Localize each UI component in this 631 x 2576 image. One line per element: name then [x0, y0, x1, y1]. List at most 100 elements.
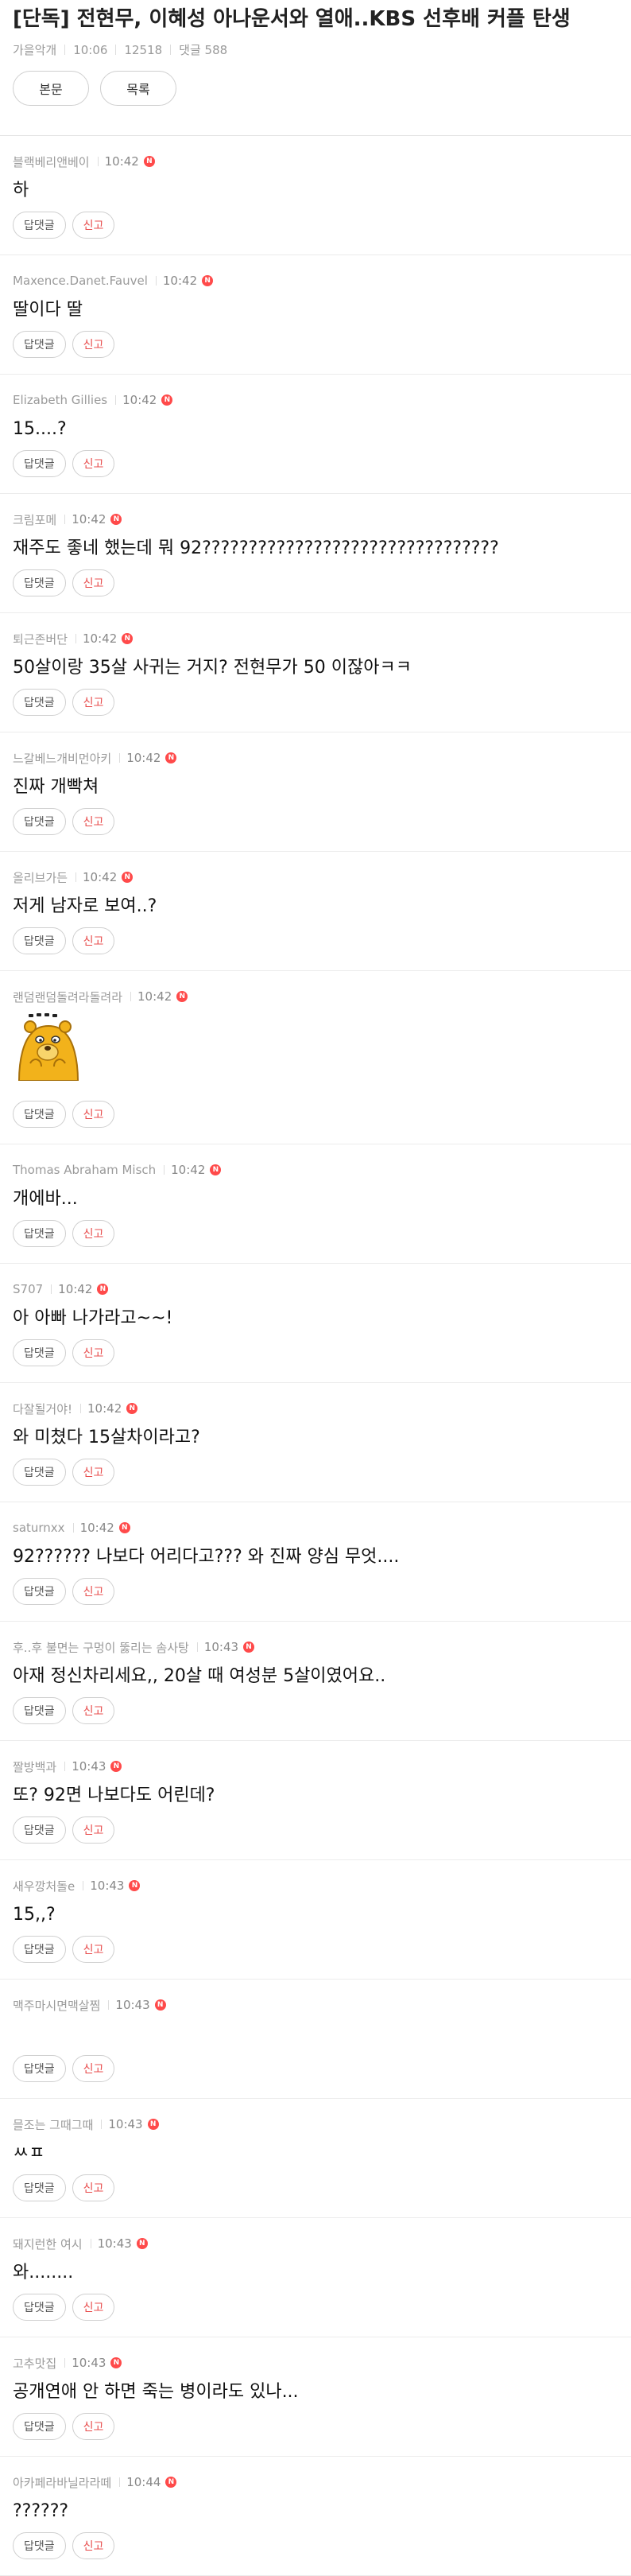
- reply-button[interactable]: 답댓글: [13, 212, 66, 239]
- report-button[interactable]: 신고: [72, 2055, 115, 2082]
- report-button[interactable]: 신고: [72, 1936, 115, 1963]
- comment-meta-divider: [97, 157, 99, 166]
- comment-text: 공개연애 안 하면 죽는 병이라도 있나...: [13, 2382, 299, 2402]
- reply-button[interactable]: 답댓글: [13, 331, 66, 358]
- meta-divider: [115, 45, 117, 55]
- comment-author[interactable]: 올리브가든: [13, 869, 68, 886]
- reply-button[interactable]: 답댓글: [13, 1101, 66, 1128]
- comment-author[interactable]: 후..후 불면는 구멍이 뚫리는 솜사탕: [13, 1639, 189, 1656]
- reply-button[interactable]: 답댓글: [13, 2294, 66, 2321]
- comment-actions: 답댓글 신고: [13, 1578, 115, 1605]
- comment-author[interactable]: 믈조는 그때그때: [13, 2116, 93, 2133]
- reply-button[interactable]: 답댓글: [13, 927, 66, 954]
- report-button[interactable]: 신고: [72, 1816, 115, 1844]
- new-badge-icon: N: [110, 1761, 122, 1772]
- comment-item: 돼지런한 여시 10:43 N 와........ 답댓글 신고: [0, 2218, 631, 2337]
- comment-author[interactable]: S707: [13, 1282, 43, 1296]
- new-badge-icon: N: [97, 1284, 109, 1295]
- comment-author[interactable]: 퇴근존버단: [13, 631, 68, 647]
- comment-meta-divider: [196, 1642, 198, 1652]
- comment-actions: 답댓글 신고: [13, 1459, 115, 1486]
- page: [단독] 전현무, 이혜성 아나운서와 열애..KBS 선후배 커플 탄생 가을…: [0, 0, 631, 2576]
- comment-author[interactable]: 맥주마시면맥살찜: [13, 1997, 100, 2014]
- comment-text: 재주도 좋네 했는데 뭐 92?????????????????????????…: [13, 538, 499, 558]
- comment-actions: 답댓글 신고: [13, 808, 115, 835]
- list-button[interactable]: 목록: [100, 71, 176, 106]
- new-badge-icon: N: [165, 2477, 177, 2488]
- report-button[interactable]: 신고: [72, 1459, 115, 1486]
- reply-button[interactable]: 답댓글: [13, 1459, 66, 1486]
- comment-item: 후..후 불면는 구멍이 뚫리는 솜사탕 10:43 N 아재 정신차리세요,,…: [0, 1622, 631, 1741]
- new-badge-icon: N: [143, 156, 155, 167]
- comment-author[interactable]: 고추맛집: [13, 2355, 56, 2372]
- comment-item: Maxence.Danet.Fauvel 10:42 N 딸이다 딸 답댓글 신…: [0, 255, 631, 375]
- comment-author[interactable]: saturnxx: [13, 1521, 65, 1535]
- comment-author[interactable]: 느갈베느개비먼아키: [13, 750, 111, 767]
- report-button[interactable]: 신고: [72, 1578, 115, 1605]
- comment-actions: 답댓글 신고: [13, 2174, 115, 2201]
- comment-meta-divider: [72, 1523, 74, 1533]
- comment-actions: 답댓글 신고: [13, 2532, 115, 2559]
- report-button[interactable]: 신고: [72, 1220, 115, 1247]
- reply-button[interactable]: 답댓글: [13, 1578, 66, 1605]
- comment-actions: 답댓글 신고: [13, 2055, 115, 2082]
- reply-button[interactable]: 답댓글: [13, 450, 66, 477]
- reply-button[interactable]: 답댓글: [13, 1220, 66, 1247]
- comment-time: 10:43: [203, 1640, 239, 1654]
- comment-text: 저게 남자로 보여..?: [13, 896, 157, 916]
- comment-author[interactable]: Elizabeth Gillies: [13, 393, 107, 407]
- article-time: 10:06: [73, 42, 108, 57]
- comment-header: Elizabeth Gillies 10:42 N: [13, 390, 618, 410]
- comment-time: 10:42: [162, 274, 198, 288]
- report-button[interactable]: 신고: [72, 2174, 115, 2201]
- reply-button[interactable]: 답댓글: [13, 2413, 66, 2440]
- report-button[interactable]: 신고: [72, 1697, 115, 1724]
- comment-time: 10:42: [72, 512, 106, 526]
- comment-author[interactable]: 돼지런한 여시: [13, 2236, 83, 2252]
- article-author[interactable]: 가을악개: [13, 41, 56, 58]
- comment-meta-divider: [51, 1284, 52, 1294]
- report-button[interactable]: 신고: [72, 450, 115, 477]
- reply-button[interactable]: 답댓글: [13, 1936, 66, 1963]
- comment-author[interactable]: Maxence.Danet.Fauvel: [13, 274, 148, 288]
- reply-button[interactable]: 답댓글: [13, 689, 66, 716]
- reply-button[interactable]: 답댓글: [13, 1697, 66, 1724]
- comment-meta-divider: [101, 2119, 103, 2129]
- comment-author[interactable]: Thomas Abraham Misch: [13, 1163, 156, 1177]
- report-button[interactable]: 신고: [72, 2532, 115, 2559]
- reply-button[interactable]: 답댓글: [13, 2055, 66, 2082]
- new-badge-icon: N: [176, 991, 188, 1002]
- reply-button[interactable]: 답댓글: [13, 1816, 66, 1844]
- report-button[interactable]: 신고: [72, 212, 115, 239]
- comment-time: 10:42: [83, 631, 118, 646]
- comment-author[interactable]: 블랙베리앤베이: [13, 153, 90, 170]
- reply-button[interactable]: 답댓글: [13, 808, 66, 835]
- report-button[interactable]: 신고: [72, 1339, 115, 1366]
- comment-meta-divider: [75, 634, 77, 643]
- article-comment-count[interactable]: 댓글 588: [179, 41, 227, 58]
- comment-meta-divider: [75, 872, 77, 882]
- comment-header: 다잘될거야! 10:42 N: [13, 1399, 618, 1418]
- comment-author[interactable]: 랜덤랜덤돌려라돌려라: [13, 989, 122, 1005]
- report-button[interactable]: 신고: [72, 331, 115, 358]
- reply-button[interactable]: 답댓글: [13, 569, 66, 596]
- reply-button[interactable]: 답댓글: [13, 2174, 66, 2201]
- report-button[interactable]: 신고: [72, 2294, 115, 2321]
- report-button[interactable]: 신고: [72, 689, 115, 716]
- report-button[interactable]: 신고: [72, 569, 115, 596]
- comment-header: saturnxx 10:42 N: [13, 1518, 618, 1537]
- report-button[interactable]: 신고: [72, 1101, 115, 1128]
- comment-author[interactable]: 새우깡처돌e: [13, 1878, 75, 1894]
- report-button[interactable]: 신고: [72, 2413, 115, 2440]
- reply-button[interactable]: 답댓글: [13, 1339, 66, 1366]
- comment-actions: 답댓글 신고: [13, 212, 115, 239]
- body-button[interactable]: 본문: [13, 71, 89, 106]
- comment-text: 아재 정신차리세요,, 20살 때 여성분 5살이였어요..: [13, 1666, 386, 1686]
- comment-author[interactable]: 짤방백과: [13, 1758, 56, 1775]
- comment-author[interactable]: 크림포메: [13, 511, 56, 528]
- comment-author[interactable]: 아카페라바닐라라떼: [13, 2474, 111, 2491]
- report-button[interactable]: 신고: [72, 808, 115, 835]
- reply-button[interactable]: 답댓글: [13, 2532, 66, 2559]
- comment-author[interactable]: 다잘될거야!: [13, 1401, 72, 1417]
- report-button[interactable]: 신고: [72, 927, 115, 954]
